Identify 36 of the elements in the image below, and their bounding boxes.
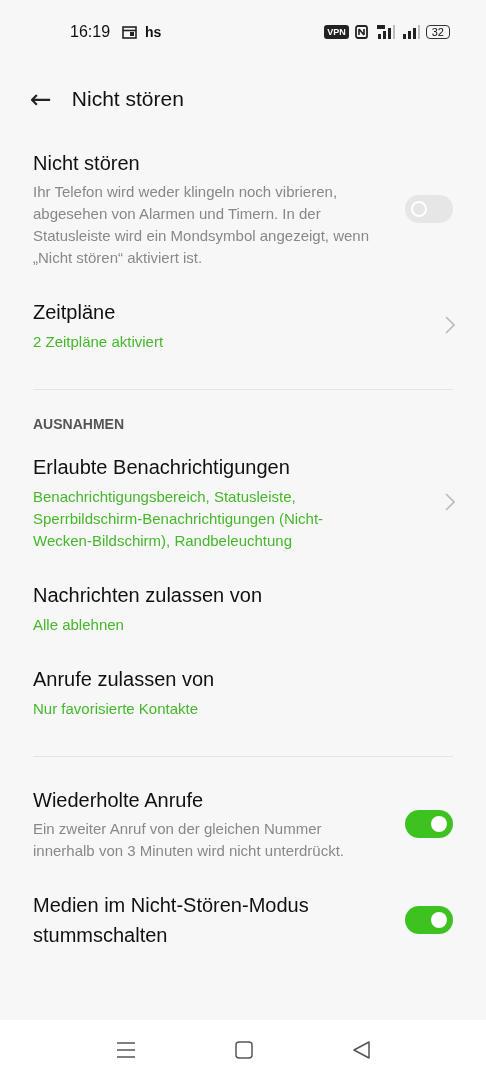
row-title: Wiederholte Anrufe <box>33 788 205 813</box>
section-header: AUSNAHMEN <box>33 415 125 434</box>
menu-icon[interactable] <box>116 1042 135 1058</box>
row-title: Nicht stören <box>33 151 141 176</box>
nfc-icon <box>354 25 368 39</box>
back-icon[interactable] <box>352 1041 370 1059</box>
toggle-switch[interactable] <box>405 906 453 934</box>
row-value: Alle ablehnen <box>33 615 125 635</box>
status-time: 16:19 <box>70 23 111 41</box>
row-title: Nachrichten zulassen von <box>33 583 263 608</box>
vpn-badge: VPN <box>324 25 349 39</box>
toggle-switch[interactable] <box>405 809 453 838</box>
row-title: Anrufe zulassen von <box>33 667 216 692</box>
toggle-switch[interactable] <box>405 194 453 223</box>
settings-row[interactable]: Nachrichten zulassen von Alle ablehnen <box>33 566 453 650</box>
battery-icon: 32 <box>425 25 450 39</box>
settings-row[interactable]: Nicht stören Ihr Telefon wird weder klingeln noch vibrieren, abgesehen von Alarmen und Timern. In der Statusleiste wird ein Mondsymbol angezeigt, wenn „Nicht stören“ aktiviert ist. <box>33 134 453 283</box>
row-value: 2 Zeitpläne aktiviert <box>33 332 165 352</box>
row-title: Erlaubte Benachrichtigungen <box>33 455 291 480</box>
page-title: Nicht stören <box>71 87 184 111</box>
home-icon[interactable] <box>234 1041 253 1059</box>
row-description: Ihr Telefon wird weder klingeln noch vibrieren, abgesehen von Alarmen und Timern. In der Statusleiste wird ein Mondsymbol angezeigt, wenn „Nicht stören“ aktiviert ist. <box>33 182 370 268</box>
row-title: Medien im Nicht-Stören-Modus stummschalten <box>33 893 310 948</box>
settings-row[interactable]: Erlaubte Benachrichtigungen Benachrichtigungsbereich, Statusleiste, Sperrbildschirm-Benachrichtigungen (Nicht-Wecken-Bildschirm), Randbeleuchtung <box>33 438 453 566</box>
settings-row[interactable]: Zeitpläne 2 Zeitpläne aktiviert <box>33 283 453 367</box>
settings-row[interactable]: Wiederholte Anrufe Ein zweiter Anruf von der gleichen Nummer innerhalb von 3 Minuten wird nicht unterdrückt. <box>33 771 453 876</box>
signal-icon <box>401 25 420 39</box>
settings-row[interactable]: Medien im Nicht-Stören-Modus stummschalten <box>33 876 453 964</box>
row-value: Benachrichtigungsbereich, Statusleiste, Sperrbildschirm-Benachrichtigungen (Nicht-Wecken-Bildschirm), Randbeleuchtung <box>33 487 325 551</box>
calendar-icon <box>122 25 138 39</box>
row-value: Nur favorisierte Kontakte <box>33 699 200 719</box>
settings-row[interactable]: Anrufe zulassen von Nur favorisierte Kontakte <box>33 650 453 734</box>
row-description: Ein zweiter Anruf von der gleichen Nummer innerhalb von 3 Minuten wird nicht unterdrückt. <box>33 819 345 861</box>
back-button[interactable]: ← <box>30 86 52 112</box>
status-text: hs <box>145 24 162 40</box>
row-title: Zeitpläne <box>33 300 117 325</box>
